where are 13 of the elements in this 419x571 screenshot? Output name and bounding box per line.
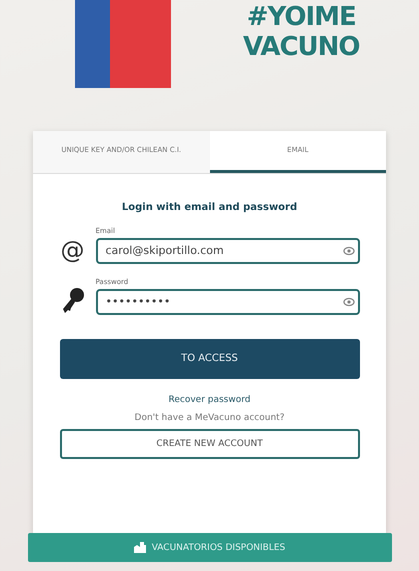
button-label: VACUNATORIOS DISPONIBLES xyxy=(152,542,286,553)
access-button[interactable]: TO ACCESS xyxy=(60,338,360,379)
email-field[interactable]: carol@skiportillo.com xyxy=(96,238,360,264)
eye-icon[interactable] xyxy=(342,296,354,308)
campaign-logo: #YOIME VACUNO xyxy=(243,2,360,62)
eye-icon[interactable] xyxy=(342,244,354,257)
password-field[interactable]: •••••••••• xyxy=(96,288,360,315)
buildings-icon xyxy=(134,542,146,554)
recover-password-link[interactable]: Recover password xyxy=(168,394,250,405)
at-sign-icon: @ xyxy=(60,236,86,264)
no-account-text: Don't have a MeVacuno account? xyxy=(134,412,284,423)
create-account-button[interactable]: CREATE NEW ACCOUNT xyxy=(60,428,360,459)
form-title: Login with email and password xyxy=(122,202,298,213)
